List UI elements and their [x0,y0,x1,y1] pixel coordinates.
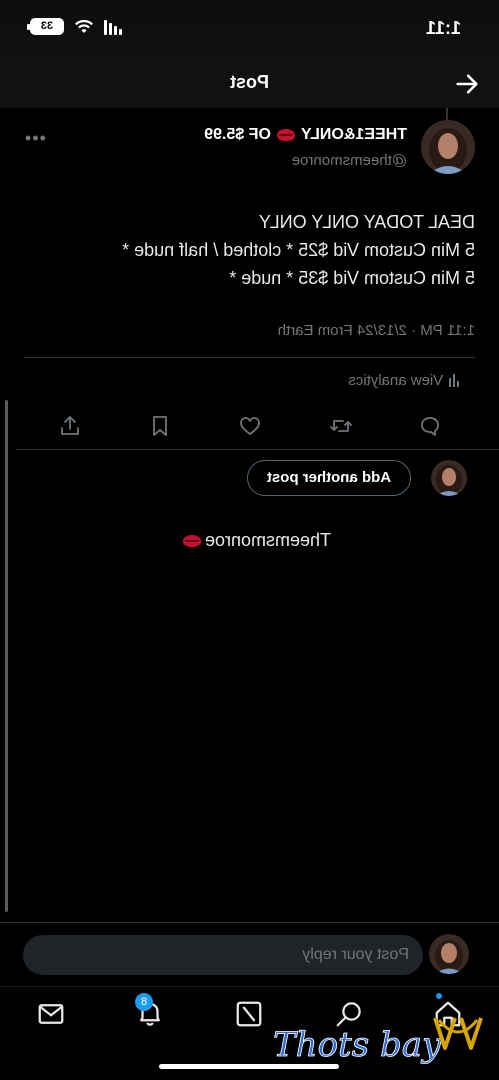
view-analytics-label: View analytics [348,372,443,389]
notifications-badge: 8 [135,993,153,1011]
watermark-text: Thots bay [273,1025,442,1065]
post-detail-screen: 1:11 33 Post THEE1&ONLY OF $5.99 @theems… [0,0,499,1080]
heart-icon[interactable] [238,414,262,438]
repost-icon[interactable] [329,414,353,438]
mail-icon[interactable] [36,999,66,1029]
more-options-icon[interactable]: ••• [24,128,46,149]
author-avatar[interactable] [421,120,475,174]
status-time: 1:11 [425,18,461,38]
home-unread-dot [436,993,442,999]
top-nav: Post [0,60,499,108]
author-name-row[interactable]: THEE1&ONLY OF $5.99 [204,126,407,144]
page-title: Post [230,72,270,92]
divider [16,449,499,450]
reply-input[interactable]: Post your reply [23,935,423,975]
profile-signature: Theemsmonroe [182,530,331,551]
grok-icon[interactable] [234,999,264,1029]
reply-bar: Post your reply [0,922,499,986]
post-body: DEAL TODAY ONLY ONLY 5 Min Custom Vid $2… [122,212,475,288]
signature-text: Theemsmonroe [204,530,331,550]
author-name-suffix: OF $5.99 [204,126,271,143]
status-icons: 33 [30,18,122,35]
bookmark-icon[interactable] [148,414,172,438]
analytics-icon [449,374,459,387]
scrollbar[interactable] [5,400,8,912]
wifi-icon [75,19,93,33]
compose-avatar [431,460,467,496]
post-actions [0,410,499,444]
author-handle[interactable]: @theemsmonroe [292,152,407,169]
view-analytics-link[interactable]: View analytics [348,372,459,389]
author-display-name: THEE1&ONLY [300,126,407,143]
share-icon[interactable] [58,414,82,438]
lips-emoji-icon [276,129,295,141]
divider [24,357,475,358]
status-bar: 1:11 33 [0,0,499,60]
watermark-logo: Thots bay [273,1017,483,1065]
cellular-signal-icon [104,19,122,35]
lips-emoji-icon [182,534,201,547]
reply-avatar [429,934,469,974]
post-timestamp: 1:11 PM · 2/13/24 From Earth [277,322,475,339]
reply-icon[interactable] [418,414,442,438]
battery-icon: 33 [30,18,64,35]
add-another-post-button[interactable]: Add another post [247,460,411,496]
